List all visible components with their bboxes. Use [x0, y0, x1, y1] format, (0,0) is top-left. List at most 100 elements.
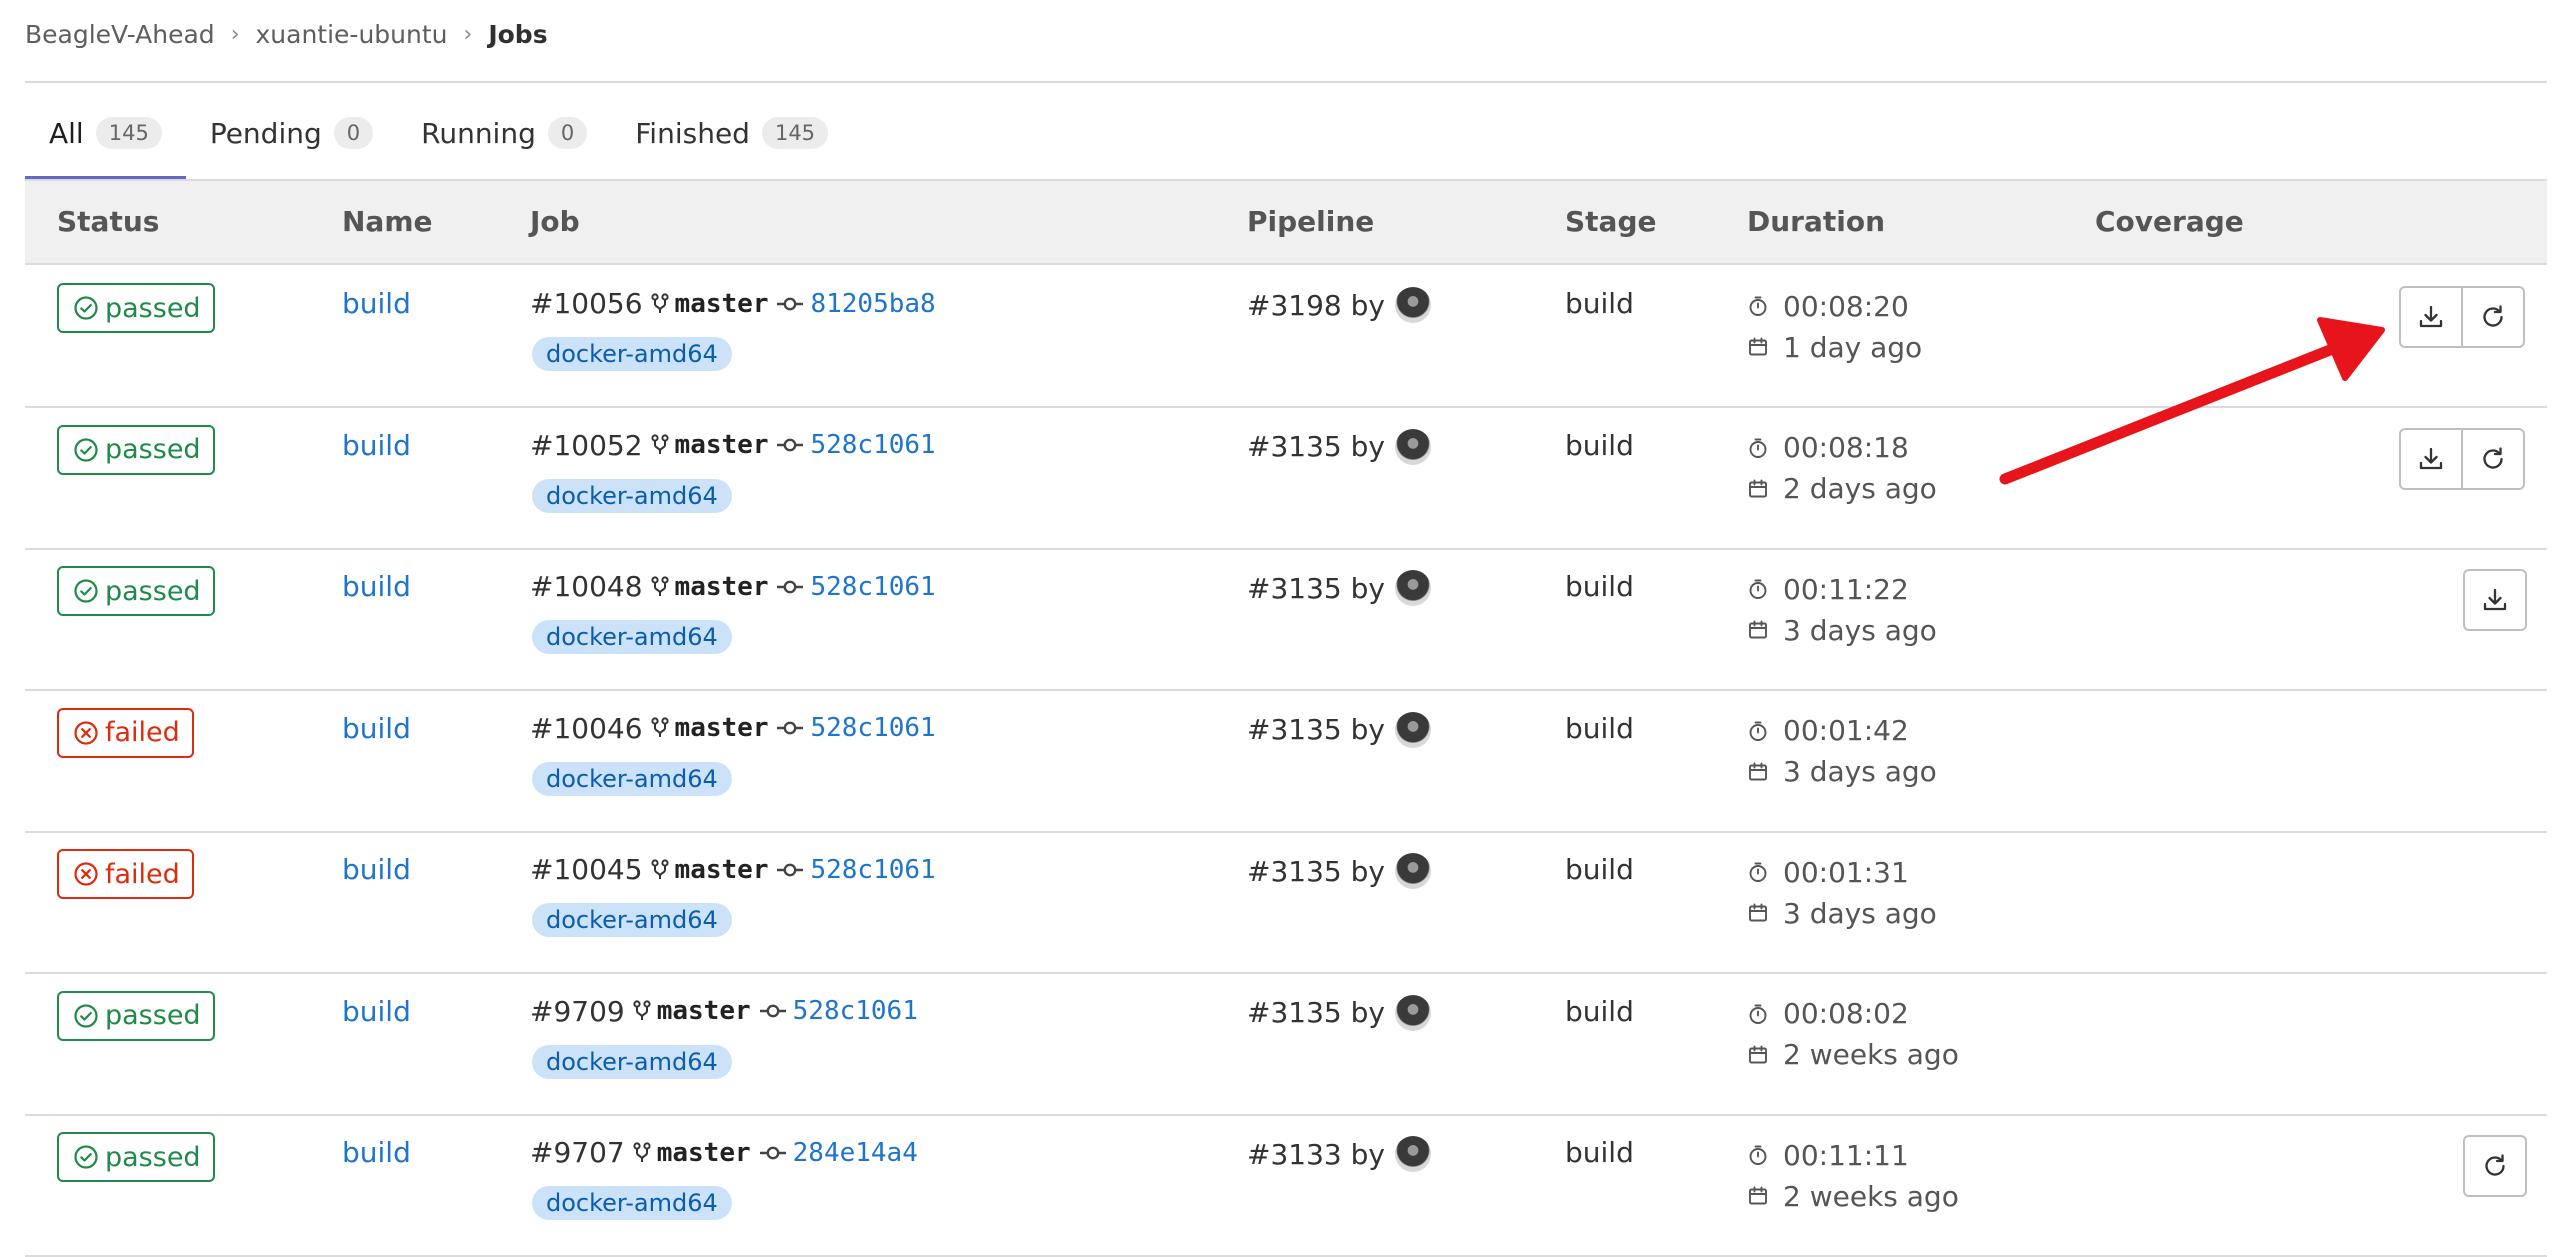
branch-link[interactable]: master — [675, 430, 769, 460]
job-name-link[interactable]: build — [342, 287, 411, 320]
x-circle-icon — [73, 720, 105, 746]
pipeline-link[interactable]: #3198 — [1247, 289, 1342, 322]
status-badge[interactable]: passed — [57, 424, 215, 475]
branch-link[interactable]: master — [675, 855, 769, 885]
status-badge[interactable]: passed — [57, 990, 215, 1041]
calendar-icon — [1747, 336, 1783, 358]
pipeline-link[interactable]: #3135 — [1247, 430, 1342, 463]
download-artifacts-button[interactable] — [2399, 427, 2463, 490]
job-id-link[interactable]: #10046 — [530, 712, 643, 745]
duration-value: 00:08:18 — [1783, 431, 1909, 464]
stage-label: build — [1565, 853, 1634, 886]
job-name-link[interactable]: build — [342, 712, 411, 745]
status-badge[interactable]: failed — [57, 707, 194, 758]
breadcrumb-project-link[interactable]: xuantie-ubuntu — [256, 20, 448, 49]
commit-sha-link[interactable]: 528c1061 — [793, 996, 918, 1026]
retry-job-button[interactable] — [2461, 427, 2525, 490]
table-row: failed build #10046 master 528c1061 dock… — [25, 690, 2547, 833]
avatar[interactable] — [1394, 287, 1431, 323]
avatar[interactable] — [1394, 711, 1431, 748]
pipeline-link[interactable]: #3135 — [1247, 713, 1342, 746]
branch-link[interactable]: master — [657, 1138, 751, 1168]
pipeline-by-label: by — [1350, 854, 1385, 888]
job-name-link[interactable]: build — [342, 853, 411, 886]
avatar[interactable] — [1394, 853, 1431, 889]
commit-sha-link[interactable]: 528c1061 — [810, 713, 935, 743]
job-name-link[interactable]: build — [342, 1136, 411, 1169]
git-commit-icon — [776, 294, 804, 314]
tab-count-badge: 0 — [547, 117, 588, 149]
download-artifacts-button[interactable] — [2463, 569, 2527, 631]
stage-label: build — [1565, 994, 1634, 1028]
runner-tag-badge: docker-amd64 — [532, 478, 732, 513]
status-badge[interactable]: passed — [57, 283, 215, 333]
branch-link[interactable]: master — [657, 996, 751, 1026]
job-name-link[interactable]: build — [342, 570, 411, 603]
git-commit-icon — [759, 1143, 787, 1163]
tab-label: Running — [421, 116, 536, 150]
branch-link[interactable]: master — [675, 289, 769, 319]
pipeline-link[interactable]: #3135 — [1247, 855, 1342, 888]
timer-icon — [1747, 1003, 1783, 1025]
column-header-status: Status — [57, 205, 160, 238]
finished-time: 3 days ago — [1783, 613, 1937, 647]
commit-sha-link[interactable]: 528c1061 — [810, 430, 935, 460]
git-branch-icon — [650, 858, 669, 882]
status-badge[interactable]: passed — [57, 1132, 215, 1182]
pipeline-link[interactable]: #3133 — [1247, 1138, 1342, 1171]
commit-sha-link[interactable]: 81205ba8 — [810, 289, 935, 319]
tab-running[interactable]: Running 0 — [397, 100, 611, 166]
avatar[interactable] — [1394, 1136, 1431, 1172]
job-id-link[interactable]: #10056 — [530, 287, 643, 320]
runner-tag-badge: docker-amd64 — [532, 337, 732, 371]
pipeline-link[interactable]: #3135 — [1247, 996, 1342, 1029]
pipeline-link[interactable]: #3135 — [1247, 572, 1342, 605]
branch-link[interactable]: master — [675, 572, 769, 602]
tab-all[interactable]: All 145 — [25, 100, 186, 180]
download-artifacts-button[interactable] — [2399, 286, 2463, 348]
tab-pending[interactable]: Pending 0 — [186, 100, 397, 166]
status-badge[interactable]: failed — [57, 849, 194, 899]
duration-cell: 00:11:11 2 weeks ago — [1747, 1136, 1959, 1215]
download-icon — [2480, 585, 2510, 615]
git-branch-icon — [650, 433, 669, 457]
tab-finished[interactable]: Finished 145 — [611, 100, 852, 166]
retry-job-button[interactable] — [2461, 286, 2525, 348]
job-id-link[interactable]: #10052 — [530, 429, 643, 462]
avatar[interactable] — [1394, 994, 1431, 1031]
avatar[interactable] — [1394, 570, 1431, 606]
status-badge[interactable]: passed — [57, 566, 215, 616]
duration-value: 00:11:11 — [1783, 1138, 1909, 1172]
chevron-right-icon: › — [463, 21, 473, 47]
download-icon — [2416, 444, 2446, 474]
job-name-link[interactable]: build — [342, 995, 411, 1028]
branch-link[interactable]: master — [675, 713, 769, 743]
tab-label: Finished — [635, 116, 750, 150]
commit-sha-link[interactable]: 528c1061 — [810, 572, 935, 602]
retry-job-button[interactable] — [2463, 1135, 2527, 1197]
timer-icon — [1747, 295, 1783, 317]
table-header: Status Name Job Pipeline Stage Duration … — [25, 181, 2547, 265]
commit-sha-link[interactable]: 528c1061 — [810, 855, 935, 885]
job-id-link[interactable]: #9707 — [530, 1136, 625, 1169]
runner-tag-badge: docker-amd64 — [532, 1186, 732, 1220]
duration-cell: 00:01:42 3 days ago — [1747, 712, 1937, 791]
tab-label: All — [49, 116, 84, 150]
stage-label: build — [1565, 570, 1634, 603]
calendar-icon — [1747, 478, 1783, 500]
tab-count-badge: 0 — [333, 117, 374, 149]
job-id-link[interactable]: #10045 — [530, 853, 643, 886]
chevron-right-icon: › — [230, 21, 240, 47]
timer-icon — [1747, 578, 1783, 600]
job-name-link[interactable]: build — [342, 429, 411, 462]
commit-sha-link[interactable]: 284e14a4 — [793, 1138, 918, 1168]
job-id-link[interactable]: #10048 — [530, 570, 643, 603]
breadcrumb: BeagleV-Ahead › xuantie-ubuntu › Jobs — [25, 16, 548, 52]
job-id-link[interactable]: #9709 — [530, 995, 625, 1028]
pipeline-by-label: by — [1350, 996, 1385, 1029]
breadcrumb-group-link[interactable]: BeagleV-Ahead — [25, 20, 215, 49]
runner-tag-badge: docker-amd64 — [532, 620, 732, 654]
duration-value: 00:08:20 — [1783, 289, 1909, 323]
table-row: passed build #10048 master 528c1061 dock… — [25, 548, 2547, 691]
avatar[interactable] — [1394, 428, 1431, 465]
